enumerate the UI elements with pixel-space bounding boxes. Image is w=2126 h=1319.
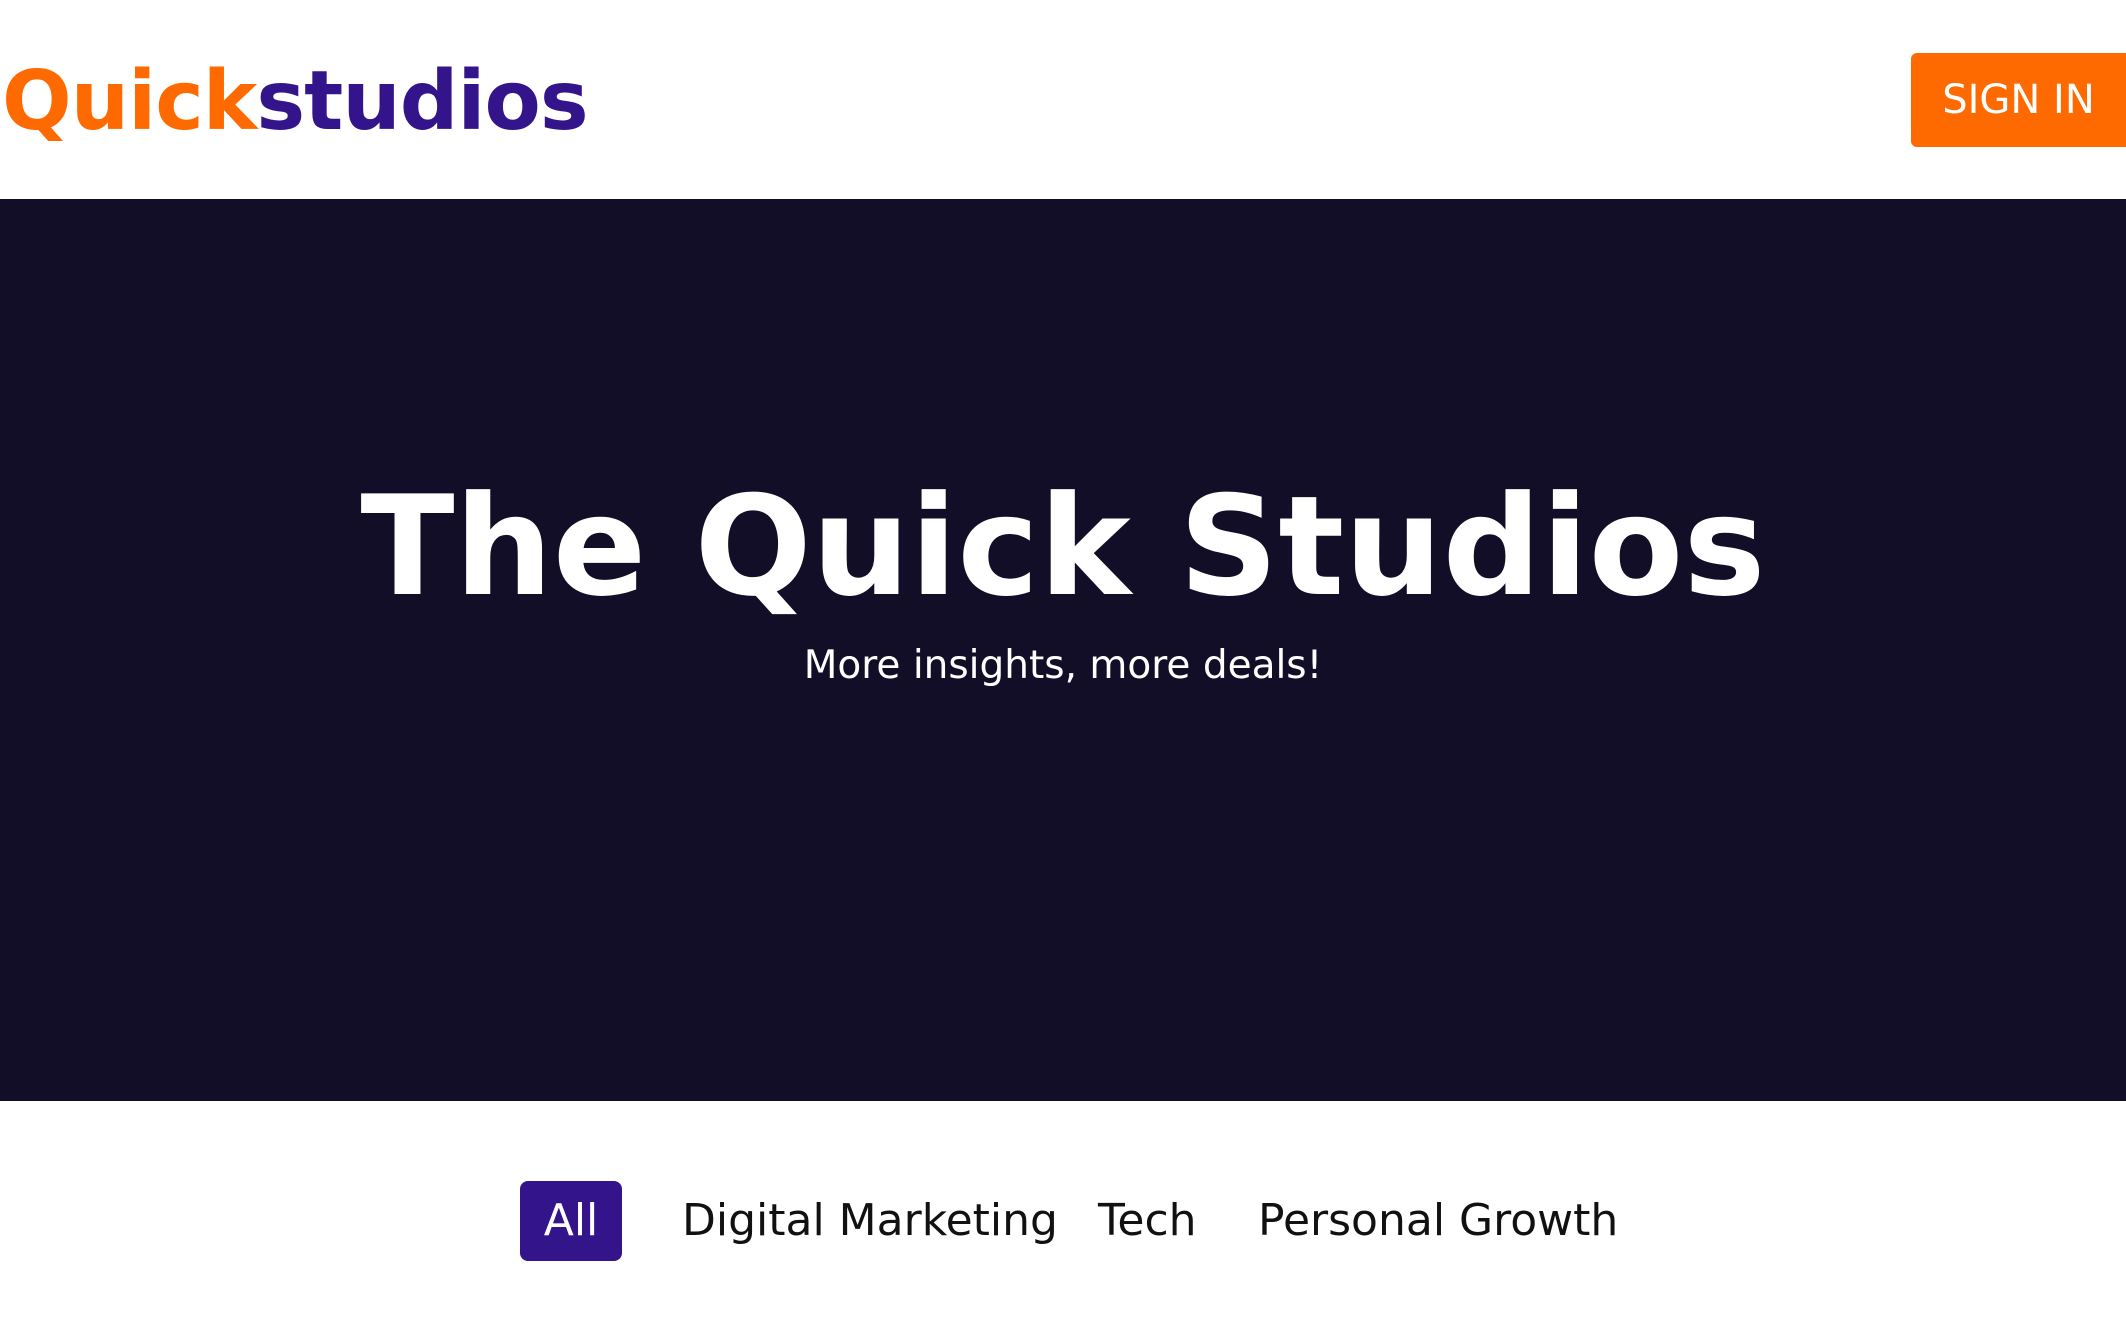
hero-banner: The Quick Studios More insights, more de…	[0, 199, 2126, 1101]
filter-personal-growth[interactable]: Personal Growth	[1258, 1181, 1618, 1261]
logo[interactable]: Quickstudios	[2, 52, 589, 152]
filter-digital-marketing[interactable]: Digital Marketing	[682, 1181, 1058, 1261]
logo-text-studios: studios	[256, 54, 588, 149]
hero-title: The Quick Studios	[360, 466, 1766, 627]
category-filters: All Digital Marketing Tech Personal Grow…	[0, 1101, 2126, 1319]
filter-tech[interactable]: Tech	[1098, 1181, 1197, 1261]
filter-all[interactable]: All	[520, 1181, 622, 1261]
site-header: Quickstudios SIGN IN	[0, 0, 2126, 199]
logo-text-quick: Quick	[2, 54, 257, 149]
sign-in-button[interactable]: SIGN IN	[1911, 53, 2126, 147]
hero-subtitle: More insights, more deals!	[803, 643, 1323, 688]
